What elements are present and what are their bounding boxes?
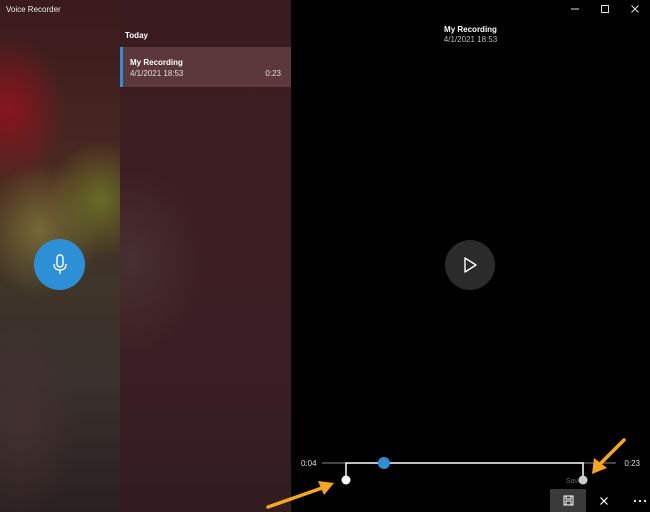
window-controls bbox=[560, 0, 650, 18]
player-title: My Recording bbox=[444, 25, 497, 34]
play-icon bbox=[464, 257, 477, 273]
recordings-list: Today My Recording 4/1/2021 18:53 0:23 bbox=[120, 0, 291, 512]
close-icon bbox=[631, 5, 639, 13]
maximize-button[interactable] bbox=[590, 0, 620, 18]
trim-end-time: 0:23 bbox=[624, 459, 640, 468]
more-options-button[interactable] bbox=[622, 489, 650, 512]
microphone-icon bbox=[52, 253, 67, 274]
record-panel bbox=[0, 0, 120, 512]
recording-duration: 0:23 bbox=[265, 69, 281, 78]
maximize-icon bbox=[601, 5, 609, 13]
save-button[interactable] bbox=[550, 489, 586, 512]
close-window-button[interactable] bbox=[620, 0, 650, 18]
player-date: 4/1/2021 18:53 bbox=[443, 35, 498, 44]
minimize-button[interactable] bbox=[560, 0, 590, 18]
recording-title: My Recording bbox=[130, 58, 183, 67]
player-panel: My Recording 4/1/2021 18:53 0:04 0:23 Sa… bbox=[291, 0, 650, 512]
play-button[interactable] bbox=[445, 240, 495, 290]
cancel-button[interactable] bbox=[586, 489, 622, 512]
record-button[interactable] bbox=[34, 239, 85, 290]
trim-start-time: 0:04 bbox=[301, 459, 317, 468]
trim-end-handle[interactable] bbox=[578, 475, 588, 485]
app-title: Voice Recorder bbox=[6, 5, 61, 14]
command-bar bbox=[550, 489, 650, 512]
recording-date: 4/1/2021 18:53 bbox=[130, 69, 184, 78]
trim-start-handle[interactable] bbox=[341, 475, 351, 485]
save-icon bbox=[563, 495, 573, 506]
minimize-icon bbox=[571, 8, 579, 10]
list-item[interactable]: My Recording 4/1/2021 18:53 0:23 bbox=[120, 47, 291, 87]
playhead-handle[interactable] bbox=[377, 457, 390, 469]
cancel-icon bbox=[600, 496, 608, 505]
list-group-header: Today bbox=[125, 31, 148, 40]
more-options-icon bbox=[633, 499, 647, 502]
